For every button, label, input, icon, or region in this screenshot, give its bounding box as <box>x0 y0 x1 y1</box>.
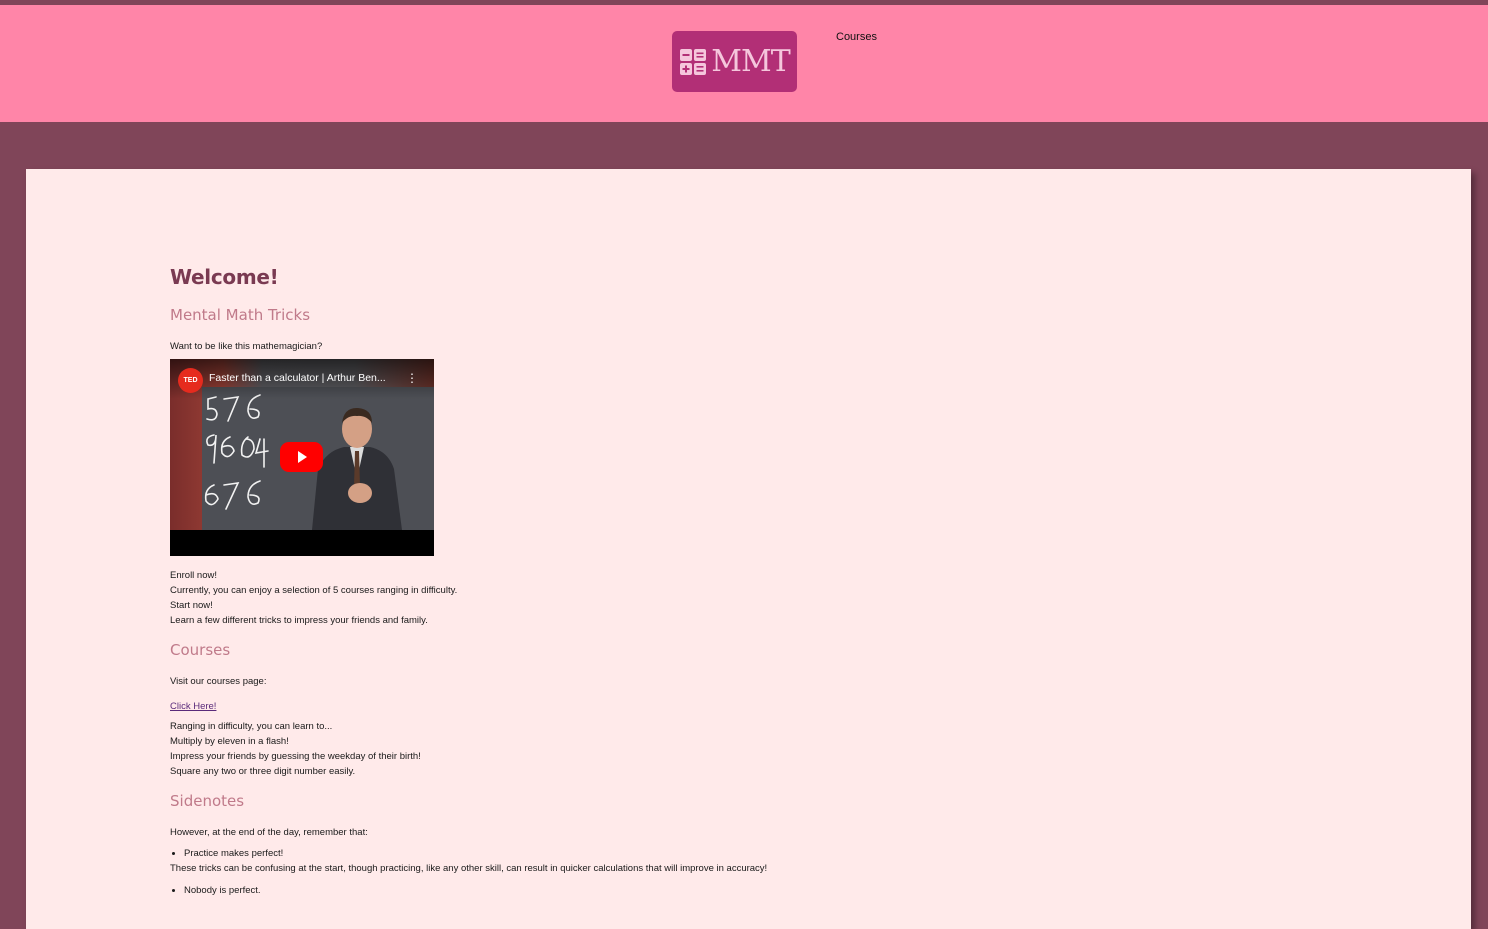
section-heading-sidenotes: Sidenotes <box>170 792 245 810</box>
sidenotes-list: Practice makes perfect! <box>170 846 1070 861</box>
main-card: Welcome! Mental Math Tricks Want to be l… <box>26 169 1471 929</box>
nav-courses-link[interactable]: Courses <box>836 31 877 43</box>
play-button[interactable] <box>280 442 323 472</box>
logo[interactable]: MMT <box>672 31 797 92</box>
enroll-text-block: Enroll now! Currently, you can enjoy a s… <box>170 568 1070 628</box>
text-line: Learn a few different tricks to impress … <box>170 615 428 626</box>
courses-link[interactable]: Click Here! <box>170 701 216 712</box>
logo-text: MMT <box>711 44 790 79</box>
list-item: Nobody is perfect. <box>184 883 1070 898</box>
video-embed[interactable]: TED Faster than a calculator | Arthur Be… <box>170 359 434 556</box>
section-intro: Want to be like this mathemagician? <box>170 341 323 352</box>
text-line: Square any two or three digit number eas… <box>170 766 356 777</box>
sidenotes-intro: However, at the end of the day, remember… <box>170 827 368 838</box>
text-line: Multiply by eleven in a flash! <box>170 736 289 747</box>
text-line: Impress your friends by guessing the wee… <box>170 751 421 762</box>
courses-text-block: Ranging in difficulty, you can learn to.… <box>170 719 1070 779</box>
sidenote-text: These tricks can be confusing at the sta… <box>170 863 768 874</box>
text-line: Start now! <box>170 600 213 611</box>
sidenotes-list: Nobody is perfect. <box>170 883 1070 898</box>
section-heading-courses: Courses <box>170 641 231 659</box>
ted-badge-icon[interactable]: TED <box>178 368 203 393</box>
section-heading-mental-math: Mental Math Tricks <box>170 306 311 324</box>
more-options-icon[interactable]: ⋮ <box>406 371 418 385</box>
video-title-bar: TED Faster than a calculator | Arthur Be… <box>170 359 434 399</box>
video-title[interactable]: Faster than a calculator | Arthur Ben... <box>209 372 386 384</box>
list-item: Practice makes perfect! <box>184 846 1070 861</box>
play-icon <box>297 451 307 463</box>
main-content: Welcome! Mental Math Tricks Want to be l… <box>170 265 1070 898</box>
calculator-icon <box>680 48 707 75</box>
text-line: Currently, you can enjoy a selection of … <box>170 585 458 596</box>
courses-intro: Visit our courses page: <box>170 676 267 687</box>
text-line: Ranging in difficulty, you can learn to.… <box>170 721 333 732</box>
site-header: MMT Courses <box>0 5 1488 122</box>
text-line: Enroll now! <box>170 570 217 581</box>
page-title: Welcome! <box>170 265 279 289</box>
